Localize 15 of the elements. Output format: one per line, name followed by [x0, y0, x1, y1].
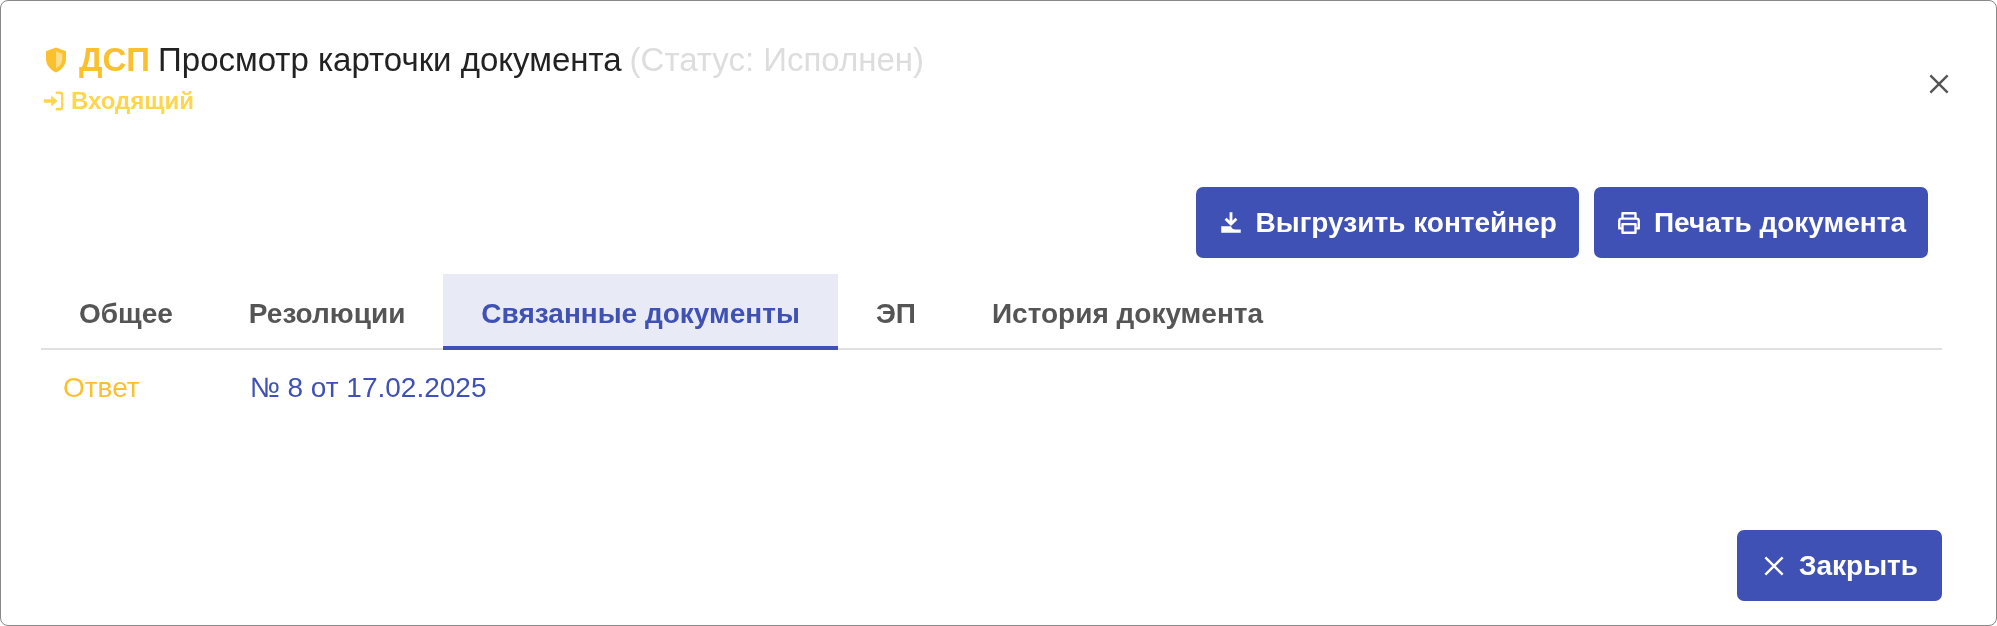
direction-label: Входящий	[71, 87, 195, 115]
print-button[interactable]: Печать документа	[1593, 187, 1928, 258]
secrecy-label: ДСП	[79, 41, 151, 79]
tab[interactable]: ЭП	[837, 274, 954, 350]
relation-label: Ответ	[63, 372, 140, 404]
sign-in-icon	[41, 90, 65, 112]
printer-icon	[1615, 209, 1642, 236]
tab[interactable]: Связанные документы	[443, 274, 838, 350]
tab[interactable]: Общее	[41, 274, 211, 350]
document-link[interactable]: № 8 от 17.02.2025	[249, 372, 487, 404]
close-button[interactable]: Закрыть	[1736, 530, 1942, 601]
tab[interactable]: История документа	[953, 274, 1302, 350]
tab[interactable]: Резолюции	[210, 274, 444, 350]
download-button[interactable]: Выгрузить контейнер	[1195, 187, 1579, 258]
dialog-title: Просмотр карточки документа	[158, 41, 622, 79]
